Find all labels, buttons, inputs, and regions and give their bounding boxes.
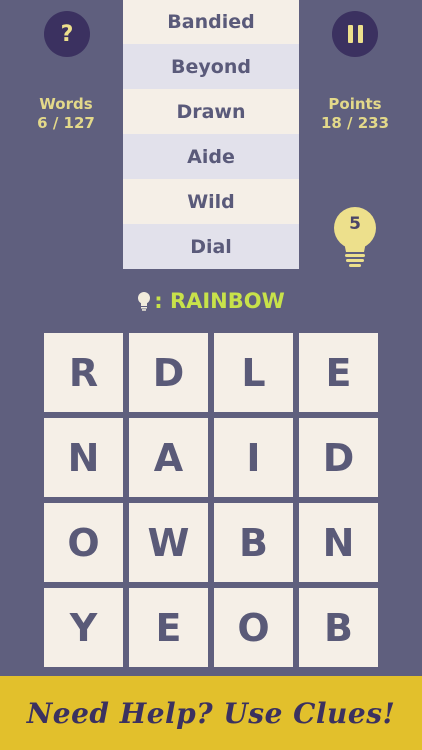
clue-separator: : [154, 289, 170, 313]
letter-tile[interactable]: N [44, 418, 123, 497]
found-word: Beyond [123, 44, 299, 89]
found-word: Drawn [123, 89, 299, 134]
points-counter: Points 18 / 233 [310, 95, 400, 133]
letter-tile[interactable]: D [129, 333, 208, 412]
lightbulb-icon [138, 292, 151, 311]
letter-grid: R D L E N A I D O W B N Y E O B [44, 333, 378, 667]
clue-display: : RAINBOW [0, 287, 422, 315]
letter-tile[interactable]: O [214, 588, 293, 667]
letter-tile[interactable]: I [214, 418, 293, 497]
found-word: Aide [123, 134, 299, 179]
clue-word: RAINBOW [169, 289, 285, 313]
letter-tile[interactable]: W [129, 503, 208, 582]
letter-tile[interactable]: N [299, 503, 378, 582]
letter-tile[interactable]: B [214, 503, 293, 582]
banner-text: Need Help? Use Clues! [26, 696, 396, 730]
points-label: Points [328, 95, 382, 113]
letter-tile[interactable]: B [299, 588, 378, 667]
words-counter: Words 6 / 127 [21, 95, 111, 133]
found-word: Wild [123, 179, 299, 224]
help-button[interactable]: ? [44, 11, 90, 57]
words-value: 6 / 127 [37, 114, 95, 132]
pause-icon [347, 25, 363, 43]
letter-tile[interactable]: O [44, 503, 123, 582]
letter-tile[interactable]: Y [44, 588, 123, 667]
letter-tile[interactable]: E [299, 333, 378, 412]
found-word: Dial [123, 224, 299, 269]
letter-tile[interactable]: D [299, 418, 378, 497]
letter-tile[interactable]: A [129, 418, 208, 497]
found-words-list[interactable]: Bandied Beyond Drawn Aide Wild Dial [123, 0, 299, 269]
promo-banner[interactable]: Need Help? Use Clues! [0, 676, 422, 750]
points-value: 18 / 233 [320, 114, 390, 132]
hint-count: 5 [349, 214, 361, 234]
pause-button[interactable] [332, 11, 378, 57]
letter-tile[interactable]: E [129, 588, 208, 667]
question-icon: ? [60, 21, 74, 47]
letter-tile[interactable]: L [214, 333, 293, 412]
found-word: Bandied [123, 0, 299, 44]
words-label: Words [39, 95, 93, 113]
letter-tile[interactable]: R [44, 333, 123, 412]
